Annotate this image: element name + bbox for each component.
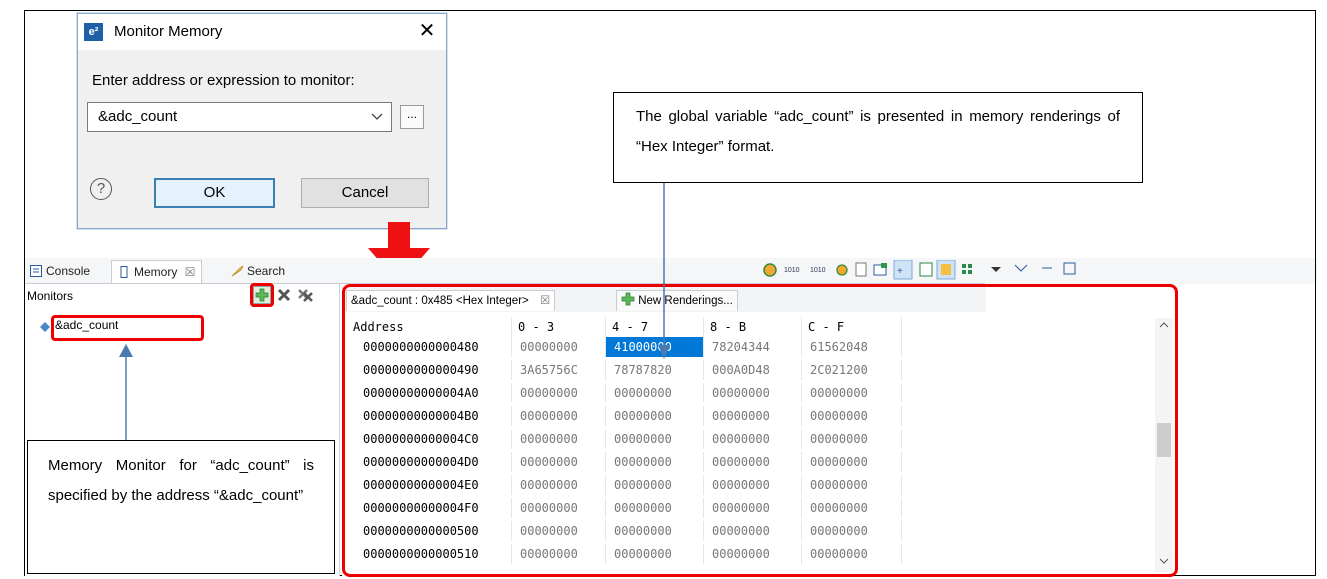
callout-hex-integer: The global variable “adc_count” is prese…: [613, 92, 1143, 183]
tab-memory-label: Memory: [134, 265, 178, 279]
monitor-memory-dialog: e² Monitor Memory ✕ Enter address or exp…: [77, 13, 447, 229]
tab-console-label: Console: [46, 264, 91, 278]
cancel-button[interactable]: Cancel: [301, 178, 429, 208]
view-menu-icon[interactable]: [988, 260, 1008, 285]
callout-memory-monitor: Memory Monitor for “adc_count” is specif…: [27, 440, 335, 574]
address-expression-combo[interactable]: &adc_count: [87, 102, 392, 132]
arrow-to-monitor-item: [119, 344, 133, 440]
monitor-item-highlight: [51, 315, 204, 341]
tab-memory[interactable]: Memory ☒: [111, 260, 203, 283]
svg-text:+: +: [897, 266, 903, 277]
ok-button[interactable]: OK: [154, 178, 275, 208]
search-icon: [231, 262, 244, 277]
add-monitor-highlight: [250, 283, 274, 307]
reset-icon[interactable]: [836, 264, 848, 276]
dialog-prompt: Enter address or expression to monitor:: [92, 72, 355, 89]
address-expression-value: &adc_count: [98, 108, 178, 125]
refresh-icon[interactable]: [763, 263, 777, 277]
maximize-icon[interactable]: [1060, 258, 1080, 283]
swap-icon[interactable]: [936, 259, 956, 280]
svg-text:1010: 1010: [784, 267, 800, 274]
memory-icon: [118, 263, 130, 278]
export-icon[interactable]: 1010: [810, 267, 826, 274]
memory-toolbar: 1010 1010 +: [760, 259, 982, 280]
rendering-highlight: [342, 284, 1178, 577]
arrow-to-selected-value: [658, 183, 670, 359]
remove-all-monitors-icon[interactable]: [297, 287, 315, 308]
tab-close-icon[interactable]: ☒: [185, 265, 196, 279]
svg-text:1010: 1010: [810, 267, 826, 274]
minimize-icon[interactable]: [1012, 258, 1032, 283]
e2-logo-icon: e²: [84, 23, 103, 41]
minimize-view-icon[interactable]: [1038, 258, 1058, 283]
column-icon[interactable]: [919, 262, 933, 277]
help-icon[interactable]: ?: [90, 178, 112, 200]
console-icon: [30, 262, 42, 277]
dialog-title: Monitor Memory: [114, 23, 223, 40]
close-icon[interactable]: ✕: [415, 19, 439, 43]
chevron-down-icon[interactable]: [370, 106, 384, 129]
import-icon[interactable]: 1010: [784, 267, 800, 274]
layout-icon[interactable]: [962, 264, 972, 274]
browse-button[interactable]: ...: [400, 105, 424, 129]
tab-search-label: Search: [247, 264, 286, 278]
monitors-title: Monitors: [27, 289, 74, 303]
monitor-item-icon: [39, 320, 51, 338]
dialog-title-bar: e² Monitor Memory ✕: [78, 14, 446, 50]
remove-monitor-icon[interactable]: [276, 287, 292, 308]
link-icon[interactable]: +: [893, 259, 913, 280]
new-file-icon[interactable]: [855, 262, 867, 277]
open-icon[interactable]: [873, 263, 887, 276]
tab-console[interactable]: Console: [30, 260, 90, 282]
tab-search[interactable]: Search: [231, 260, 285, 282]
